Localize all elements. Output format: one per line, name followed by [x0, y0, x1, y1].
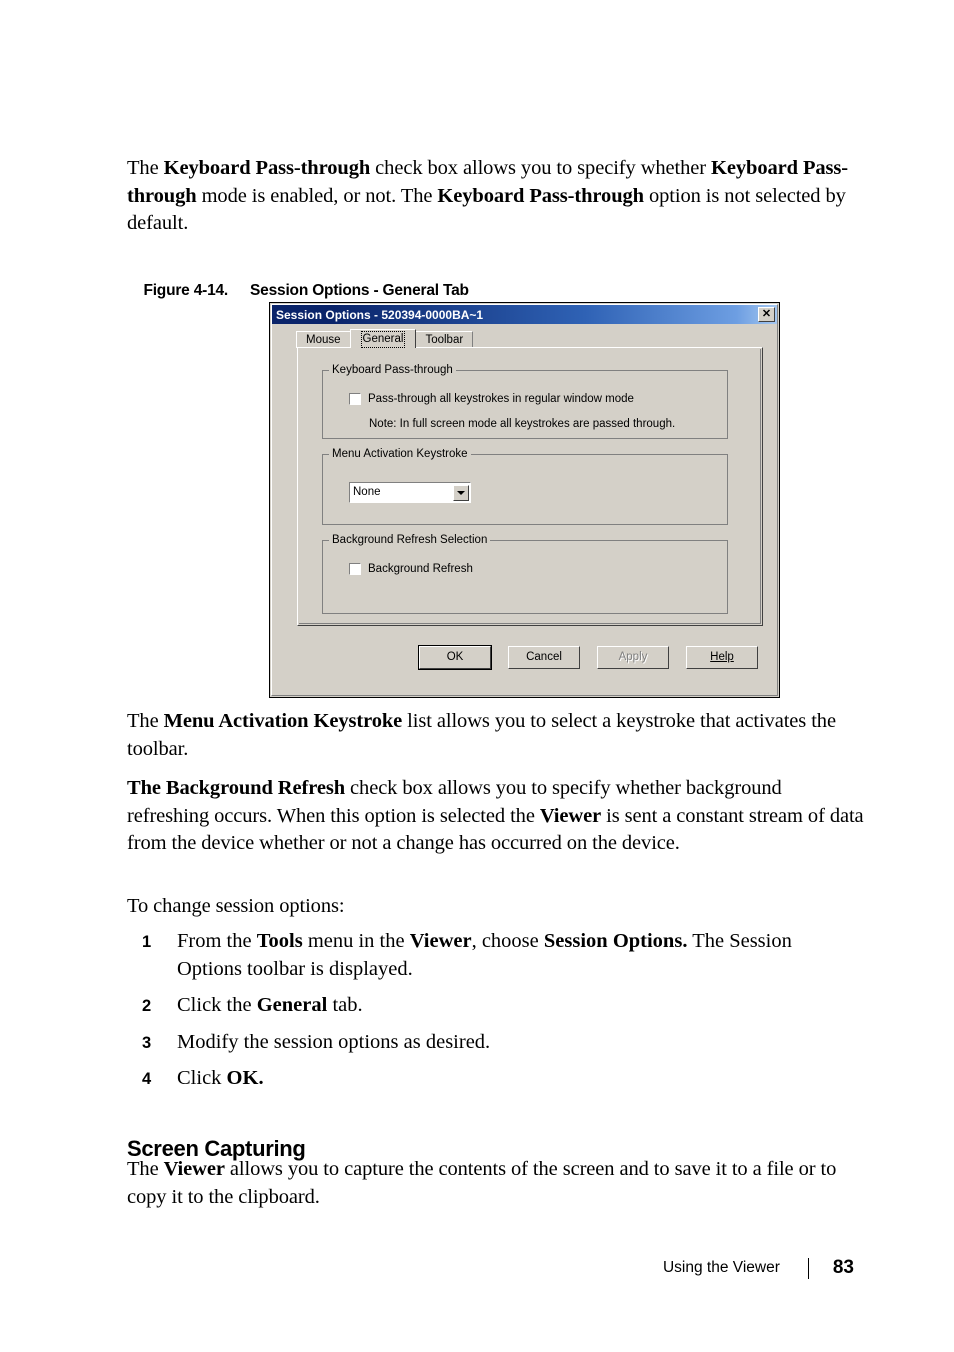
list-item: 2 Click the General tab. [127, 992, 854, 1020]
dialog-tabstrip: Mouse General Toolbar [296, 329, 474, 348]
menu-activation-keystroke-select[interactable]: None [349, 482, 471, 503]
menu-activation-paragraph: The Menu Activation Keystroke list allow… [127, 710, 836, 760]
passthrough-checkbox-label: Pass-through all keystrokes in regular w… [368, 393, 634, 405]
help-button[interactable]: Help [686, 645, 758, 669]
apply-button: Apply [597, 645, 669, 669]
group-keyboard-passthrough-legend: Keyboard Pass-through [329, 364, 456, 376]
checkbox-icon[interactable] [349, 563, 361, 575]
session-options-dialog: Session Options - 520394-0000BA~1 ✕ Mous… [269, 302, 780, 698]
tab-mouse-label: Mouse [306, 334, 341, 346]
cancel-button[interactable]: Cancel [508, 645, 580, 669]
page-number: 83 [832, 1257, 854, 1278]
general-tab-page: Keyboard Pass-through Pass-through all k… [297, 347, 763, 626]
tab-general[interactable]: General [349, 329, 417, 348]
group-background-refresh: Background Refresh Selection Background … [322, 534, 728, 614]
tab-general-label: General [360, 331, 406, 348]
close-icon[interactable]: ✕ [758, 307, 775, 322]
figure-number: Figure 4-14. [143, 282, 229, 299]
step-number: 1 [142, 933, 152, 951]
footer-divider [807, 1257, 809, 1279]
list-item: 4 Click OK. [127, 1065, 854, 1093]
background-refresh-checkbox-label: Background Refresh [368, 563, 473, 575]
group-keyboard-passthrough: Keyboard Pass-through Pass-through all k… [322, 364, 728, 439]
ok-button[interactable]: OK [418, 644, 492, 670]
dialog-titlebar: Session Options - 520394-0000BA~1 ✕ [272, 305, 777, 324]
step-text: Click the General tab. [177, 994, 363, 1016]
chevron-down-icon[interactable] [453, 484, 469, 501]
procedure-steps: 1 From the Tools menu in the Viewer, cho… [127, 928, 854, 1102]
screen-capturing-paragraph: The Viewer allows you to capture the con… [127, 1158, 837, 1208]
dialog-title: Session Options - 520394-0000BA~1 [276, 307, 484, 322]
tab-mouse[interactable]: Mouse [296, 331, 351, 348]
group-menu-activation: Menu Activation Keystroke None [322, 448, 728, 525]
page-footer: Using the Viewer 83 [127, 1253, 854, 1283]
checkbox-icon[interactable] [349, 393, 361, 405]
passthrough-note: Note: In full screen mode all keystrokes… [369, 418, 676, 430]
step-number: 3 [142, 1033, 152, 1052]
step-text: From the Tools menu in the Viewer, choos… [177, 930, 792, 980]
list-item: 1 From the Tools menu in the Viewer, cho… [127, 928, 854, 983]
background-refresh-paragraph: The Background Refresh check box allows … [127, 777, 864, 854]
dialog-button-bar: OK Cancel Apply Help [270, 643, 779, 671]
step-number: 4 [142, 1070, 152, 1088]
group-menu-activation-legend: Menu Activation Keystroke [329, 448, 471, 460]
tab-toolbar[interactable]: Toolbar [415, 331, 474, 348]
step-text: Click OK. [177, 1067, 264, 1089]
background-refresh-checkbox-row[interactable]: Background Refresh [349, 563, 473, 575]
intro-paragraph: The Keyboard Pass-through check box allo… [127, 157, 849, 234]
group-background-refresh-legend: Background Refresh Selection [329, 534, 491, 546]
menu-activation-keystroke-value: None [353, 486, 381, 498]
step-text: Modify the session options as desired. [177, 1030, 491, 1053]
passthrough-checkbox-row[interactable]: Pass-through all keystrokes in regular w… [349, 393, 634, 405]
list-item: 3 Modify the session options as desired. [127, 1029, 854, 1057]
help-button-label: Help [710, 651, 734, 663]
tab-toolbar-label: Toolbar [425, 334, 464, 346]
to-change-lead-in: To change session options: [127, 895, 345, 917]
step-number: 2 [142, 997, 152, 1015]
figure-title: Session Options - General Tab [250, 282, 469, 299]
footer-label: Using the Viewer [662, 1259, 780, 1276]
document-page: The Keyboard Pass-through check box allo… [127, 0, 864, 1352]
